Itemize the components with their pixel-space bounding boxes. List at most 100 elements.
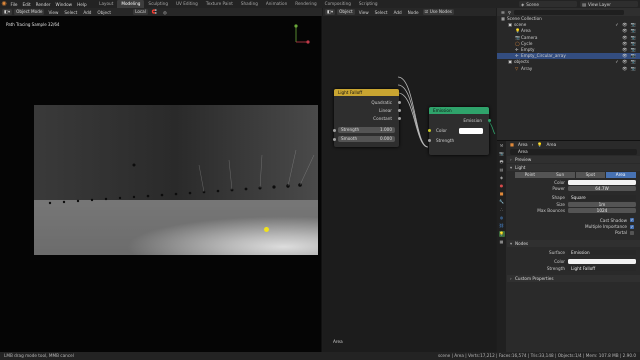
outliner-type-icon[interactable]: ☰ bbox=[501, 10, 505, 15]
outliner-row[interactable]: ▽ Array 👁 📷 bbox=[497, 66, 640, 72]
socket-strength-in[interactable] bbox=[332, 128, 336, 132]
workspace-tab-animation[interactable]: Animation bbox=[262, 0, 291, 8]
light-shape-dropdown[interactable]: Square bbox=[568, 195, 636, 201]
socket-quadratic[interactable] bbox=[397, 101, 401, 104]
object-tab-icon[interactable]: ■ bbox=[499, 191, 505, 197]
physics-tab-icon[interactable]: ◍ bbox=[499, 215, 505, 221]
properties-editor[interactable]: ⚒ 📷 🖶 ▤ ◈ ● ■ 🔧 ∴ ◍ ⛓ 💡 ▦ ■ Area › 💡 Are… bbox=[497, 140, 640, 353]
light-color-swatch[interactable] bbox=[568, 179, 636, 185]
preview-panel-header[interactable]: Preview bbox=[507, 156, 640, 163]
editor-type-icon[interactable]: ◧▾ bbox=[2, 9, 13, 15]
outliner-search-input[interactable] bbox=[513, 9, 624, 15]
workspace-tab-layout[interactable]: Layout bbox=[95, 0, 117, 8]
light-falloff-title: Light Falloff bbox=[338, 90, 363, 95]
light-type-sun[interactable]: Sun bbox=[545, 172, 575, 178]
nodes-panel-header[interactable]: Nodes bbox=[507, 240, 640, 248]
max-bounces-field[interactable]: 1024 bbox=[568, 208, 636, 214]
snap-icon[interactable]: 🧲 bbox=[150, 9, 159, 15]
shader-node-editor[interactable]: ◧▾ Object View Select Add Node ☑ Use Nod… bbox=[323, 8, 496, 352]
scene-tab-icon[interactable]: ◈ bbox=[499, 175, 505, 181]
blender-logo-icon[interactable]: ◉ bbox=[0, 0, 8, 8]
light-size-field[interactable]: 1m bbox=[568, 201, 636, 207]
view-layer-selector[interactable]: ▤ View Layer bbox=[580, 1, 638, 7]
surface-color-swatch[interactable] bbox=[568, 259, 636, 265]
light-name-field[interactable]: Area bbox=[510, 149, 637, 155]
socket-constant[interactable] bbox=[397, 117, 401, 120]
menu-file[interactable]: File bbox=[8, 2, 20, 7]
light-data-tab-icon[interactable]: 💡 bbox=[498, 231, 505, 237]
workspace-tab-compositing[interactable]: Compositing bbox=[321, 0, 355, 8]
emission-color-label: Color bbox=[436, 128, 447, 133]
menu-window[interactable]: Window bbox=[53, 2, 75, 7]
scene-name: Scene bbox=[526, 1, 540, 7]
smooth-field[interactable]: Smooth 0.000 bbox=[338, 136, 395, 142]
surface-dropdown[interactable]: Emission bbox=[568, 249, 636, 255]
viewport-menu-object[interactable]: Object bbox=[95, 10, 113, 15]
socket-emission-out[interactable] bbox=[487, 119, 491, 122]
light-falloff-node-header[interactable]: Light Falloff bbox=[334, 89, 399, 96]
strength-field[interactable]: Strength 1.000 bbox=[338, 127, 395, 133]
constraints-tab-icon[interactable]: ⛓ bbox=[499, 223, 505, 229]
view-layer-tab-icon[interactable]: ▤ bbox=[499, 167, 505, 173]
workspace-tab-shading[interactable]: Shading bbox=[237, 0, 262, 8]
light-type-spot[interactable]: Spot bbox=[575, 172, 606, 178]
viewport-menu-add[interactable]: Add bbox=[81, 10, 93, 15]
status-stats: scene | Area | Verts:17,212 | Faces:16,5… bbox=[437, 353, 636, 358]
socket-emission-strength-in[interactable] bbox=[427, 139, 431, 142]
viewport-menu-select[interactable]: Select bbox=[62, 10, 79, 15]
light-type-area[interactable]: Area bbox=[605, 172, 636, 178]
socket-linear[interactable] bbox=[397, 109, 401, 112]
visibility-toggle-icons[interactable]: 👁 📷 bbox=[622, 66, 637, 72]
scene-selector[interactable]: ◈ Scene bbox=[519, 1, 577, 7]
render-tab-icon[interactable]: 📷 bbox=[499, 151, 505, 157]
transform-orientation-dropdown[interactable]: Local bbox=[133, 9, 148, 15]
portal-row: Portal bbox=[507, 230, 640, 236]
emission-node-header[interactable]: Emission bbox=[429, 107, 489, 114]
multiple-importance-checkbox[interactable]: ✓ bbox=[630, 224, 634, 229]
texture-tab-icon[interactable]: ▦ bbox=[499, 239, 505, 245]
outliner[interactable]: ☰ ⚲ ▦ Scene Collection ▣ scene ✓ 👁 📷 💡 Area 👁 📷… bbox=[497, 8, 640, 140]
properties-tabs: ⚒ 📷 🖶 ▤ ◈ ● ■ 🔧 ∴ ◍ ⛓ 💡 ▦ bbox=[497, 141, 506, 353]
strength-value: 1.000 bbox=[380, 127, 392, 132]
tool-tab-icon[interactable]: ⚒ bbox=[499, 143, 505, 149]
output-tab-icon[interactable]: 🖶 bbox=[499, 159, 505, 165]
socket-color-in[interactable] bbox=[427, 129, 431, 132]
workspace-tab-sculpting[interactable]: Sculpting bbox=[144, 0, 172, 8]
light-color-label: Color bbox=[554, 179, 565, 185]
workspace-tab-scripting[interactable]: Scripting bbox=[355, 0, 382, 8]
navigation-gizmo[interactable] bbox=[290, 22, 312, 48]
viewport-menu-view[interactable]: View bbox=[46, 10, 60, 15]
light-power-field[interactable]: 64.7W bbox=[568, 185, 636, 192]
socket-smooth-in[interactable] bbox=[332, 137, 336, 141]
workspace-tab-uv-editing[interactable]: UV Editing bbox=[172, 0, 202, 8]
workspace-tab-texture-paint[interactable]: Texture Paint bbox=[202, 0, 237, 8]
light-type-point[interactable]: Point bbox=[515, 172, 545, 178]
light-panel-header[interactable]: Light bbox=[507, 164, 640, 171]
mesh-icon: ▽ bbox=[515, 65, 519, 71]
mode-dropdown[interactable]: Object Mode bbox=[14, 9, 45, 15]
emission-color-swatch[interactable] bbox=[459, 128, 483, 134]
modifier-tab-icon[interactable]: 🔧 bbox=[499, 199, 505, 205]
viewport-header: ◧▾ Object Mode View Select Add Object Lo… bbox=[0, 8, 322, 16]
outliner-filter-icon[interactable]: ⚲ bbox=[508, 10, 511, 15]
particles-tab-icon[interactable]: ∴ bbox=[499, 207, 505, 213]
cast-shadow-checkbox[interactable]: ✓ bbox=[630, 218, 634, 223]
status-hint: LMB drag mode tool, MMB cancel bbox=[4, 353, 74, 358]
workspace-tab-rendering[interactable]: Rendering bbox=[291, 0, 320, 8]
3d-viewport[interactable]: ◧▾ Object Mode View Select Add Object Lo… bbox=[0, 8, 322, 352]
emission-node[interactable]: Emission Emission Color Strength bbox=[427, 107, 491, 155]
surface-strength-link[interactable]: Light Falloff bbox=[568, 265, 636, 271]
menu-edit[interactable]: Edit bbox=[20, 2, 33, 7]
world-tab-icon[interactable]: ● bbox=[499, 183, 505, 189]
output-emission: Emission bbox=[463, 118, 482, 123]
cast-shadow-label: Cast Shadow bbox=[599, 217, 627, 223]
proportional-edit-icon[interactable]: ◎ bbox=[161, 10, 169, 15]
area-light-origin[interactable] bbox=[264, 227, 269, 232]
menu-help[interactable]: Help bbox=[75, 2, 90, 7]
workspace-tab-modeling[interactable]: Modeling bbox=[117, 0, 145, 8]
light-falloff-node[interactable]: Light Falloff Quadratic Linear Constant … bbox=[332, 89, 401, 147]
custom-properties-panel-header[interactable]: Custom Properties bbox=[507, 275, 640, 283]
surface-strength-row: Strength Light Falloff bbox=[507, 265, 640, 271]
portal-checkbox[interactable] bbox=[630, 230, 634, 235]
menu-render[interactable]: Render bbox=[33, 2, 53, 7]
